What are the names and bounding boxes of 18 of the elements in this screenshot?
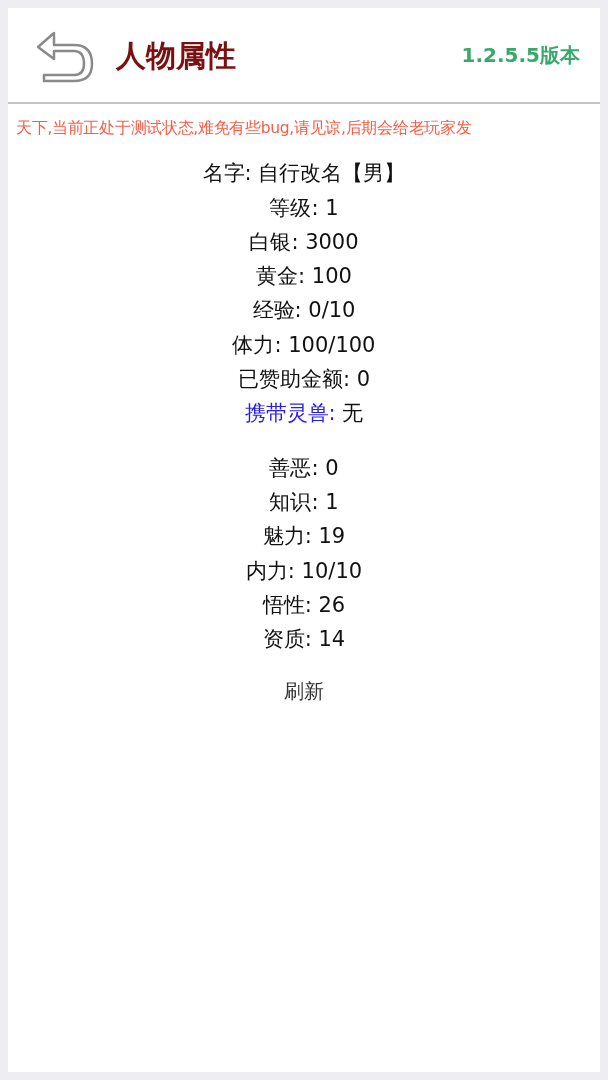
- stat-line: 体力: 100/100: [232, 331, 376, 359]
- stat-line: 悟性: 26: [262, 591, 346, 619]
- stat-line: 内力: 10/10: [245, 557, 363, 585]
- notice-marquee: 天下,当前正处于测试状态,难免有些bug,请见谅,后期会给老玩家发: [16, 119, 472, 137]
- stat-line: 黄金: 100: [256, 263, 352, 291]
- stat-line: 白银: 3000: [249, 228, 359, 256]
- stat-line: 名字: 自行改名【男】: [202, 160, 406, 188]
- stat-line: 等级: 1: [269, 194, 339, 222]
- stat-line: 魅力: 19: [262, 523, 346, 551]
- page-title: 人物属性: [116, 36, 236, 75]
- stat-line: 知识: 1: [269, 488, 339, 516]
- refresh-button[interactable]: 刷新: [276, 676, 332, 707]
- version-label: 1.2.5.5版本: [461, 42, 580, 69]
- stat-line: 资质: 14: [262, 626, 346, 654]
- stat-line: 经验: 0/10: [252, 297, 356, 325]
- stat-line: 已赞助金额: 0: [237, 366, 371, 394]
- stat-line: 携带灵兽: 无: [244, 400, 364, 428]
- stat-line: 善恶: 0: [269, 454, 339, 482]
